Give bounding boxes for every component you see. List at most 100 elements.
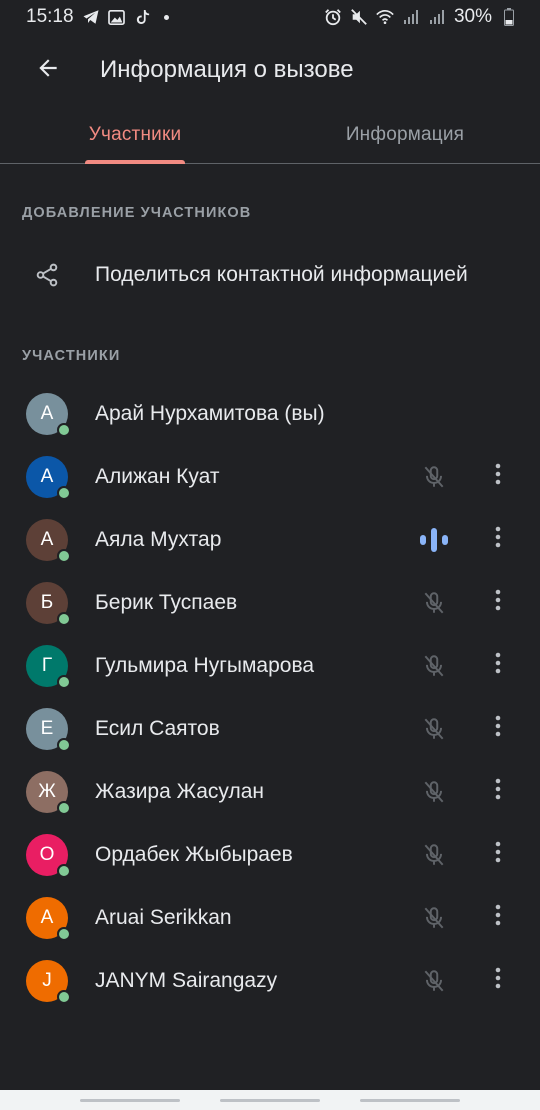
mic-off-icon xyxy=(414,961,454,1001)
avatar: А xyxy=(26,392,71,437)
participant-name: Ордабек Жыбыраев xyxy=(95,842,293,866)
tiktok-icon xyxy=(134,8,152,26)
participant-name: Гульмира Нугымарова xyxy=(95,653,315,677)
avatar-initial: А xyxy=(40,528,54,550)
presence-indicator xyxy=(57,548,71,563)
avatar: Б xyxy=(26,581,71,626)
presence-indicator xyxy=(57,485,71,500)
presence-indicator xyxy=(57,737,71,752)
tab-information-label: Информация xyxy=(345,123,465,145)
more-vert-icon xyxy=(495,840,501,869)
page-title: Информация о вызове xyxy=(100,56,354,83)
avatar: Ж xyxy=(26,770,71,815)
more-options-button[interactable] xyxy=(480,772,516,812)
signal-icon xyxy=(402,8,420,26)
telegram-icon xyxy=(82,8,100,26)
avatar-initial: A xyxy=(40,906,54,928)
participant-row[interactable]: A Aruai Serikkan xyxy=(0,886,540,949)
more-options-button[interactable] xyxy=(480,457,516,497)
mic-off-icon xyxy=(414,646,454,686)
more-options-button[interactable] xyxy=(480,520,516,560)
mic-off-icon xyxy=(414,709,454,749)
speaking-indicator-icon xyxy=(414,520,454,560)
active-tab-indicator xyxy=(85,160,185,164)
presence-indicator xyxy=(57,800,71,815)
participant-row[interactable]: А Алижан Куат xyxy=(0,445,540,508)
tab-participants[interactable]: Участники xyxy=(0,106,270,164)
battery-icon xyxy=(500,8,518,26)
participant-name: Арай Нурхамитова (вы) xyxy=(95,401,325,425)
presence-indicator xyxy=(57,674,71,689)
more-vert-icon xyxy=(495,525,501,554)
avatar-initial: J xyxy=(42,969,52,991)
more-options-button[interactable] xyxy=(480,646,516,686)
participant-name: Алижан Куат xyxy=(95,464,220,488)
nav-handle-center[interactable] xyxy=(220,1098,320,1102)
avatar-initial: Ж xyxy=(38,780,56,802)
battery-percent: 30% xyxy=(453,6,492,27)
mic-off-icon xyxy=(414,457,454,497)
avatar: А xyxy=(26,518,71,563)
status-bar-left: 15:18 xyxy=(26,6,169,28)
more-options-button[interactable] xyxy=(480,898,516,938)
presence-indicator xyxy=(57,422,71,437)
avatar: А xyxy=(26,455,71,500)
more-vert-icon xyxy=(495,903,501,932)
status-time: 15:18 xyxy=(26,6,74,27)
participant-row[interactable]: Г Гульмира Нугымарова xyxy=(0,634,540,697)
presence-indicator xyxy=(57,863,71,878)
arrow-back-icon xyxy=(35,55,61,86)
wifi-icon xyxy=(376,8,394,26)
mic-off-icon xyxy=(414,898,454,938)
participant-name: Аяла Мухтар xyxy=(95,527,222,551)
presence-indicator xyxy=(57,611,71,626)
system-nav-bar xyxy=(0,1090,540,1110)
more-vert-icon xyxy=(495,651,501,680)
status-bar: 15:18 30% xyxy=(0,0,540,34)
participant-row[interactable]: О Ордабек Жыбыраев xyxy=(0,823,540,886)
avatar: Г xyxy=(26,644,71,689)
presence-indicator xyxy=(57,926,71,941)
more-options-button[interactable] xyxy=(480,961,516,1001)
avatar-initial: Е xyxy=(40,717,54,739)
gallery-icon xyxy=(108,8,126,26)
share-contact-info-button[interactable]: Поделиться контактной информацией xyxy=(0,243,540,307)
participants-header: УЧАСТНИКИ xyxy=(22,348,121,364)
participant-row[interactable]: Е Есил Саятов xyxy=(0,697,540,760)
nav-handle-right[interactable] xyxy=(360,1098,460,1102)
tab-bar: Участники Информация xyxy=(0,106,540,164)
more-vert-icon xyxy=(495,777,501,806)
participant-row[interactable]: Ж Жазира Жасулан xyxy=(0,760,540,823)
avatar: J xyxy=(26,959,71,1004)
more-options-button[interactable] xyxy=(480,709,516,749)
participants-list: А Арай Нурхамитова (вы) А Алижан Куат А Аяла … xyxy=(0,382,540,1012)
tab-participants-label: Участники xyxy=(88,123,182,145)
status-bar-right: 30% xyxy=(324,6,518,28)
participant-row[interactable]: J JANYM Sairangazy xyxy=(0,949,540,1012)
participant-name: Жазира Жасулан xyxy=(95,779,264,803)
participant-row[interactable]: Б Берик Туспаев xyxy=(0,571,540,634)
more-options-button[interactable] xyxy=(480,583,516,623)
alarm-icon xyxy=(324,8,342,26)
avatar: A xyxy=(26,896,71,941)
mute-icon xyxy=(350,8,368,26)
mic-off-icon xyxy=(414,772,454,812)
more-vert-icon xyxy=(495,714,501,743)
back-button[interactable] xyxy=(20,42,76,98)
more-options-button[interactable] xyxy=(480,835,516,875)
nav-handle-left[interactable] xyxy=(80,1098,180,1102)
avatar: Е xyxy=(26,707,71,752)
share-icon xyxy=(23,251,71,299)
tab-information[interactable]: Информация xyxy=(270,106,540,163)
app-bar: Информация о вызове xyxy=(0,34,540,106)
share-contact-info-label: Поделиться контактной информацией xyxy=(95,263,468,286)
participant-row[interactable]: А Арай Нурхамитова (вы) xyxy=(0,382,540,445)
participant-row[interactable]: А Аяла Мухтар xyxy=(0,508,540,571)
participant-name: Берик Туспаев xyxy=(95,590,238,614)
avatar-initial: А xyxy=(40,402,54,424)
presence-indicator xyxy=(57,989,71,1004)
more-vert-icon xyxy=(495,588,501,617)
signal-icon xyxy=(428,8,446,26)
participant-name: JANYM Sairangazy xyxy=(95,968,278,992)
more-vert-icon xyxy=(495,462,501,491)
